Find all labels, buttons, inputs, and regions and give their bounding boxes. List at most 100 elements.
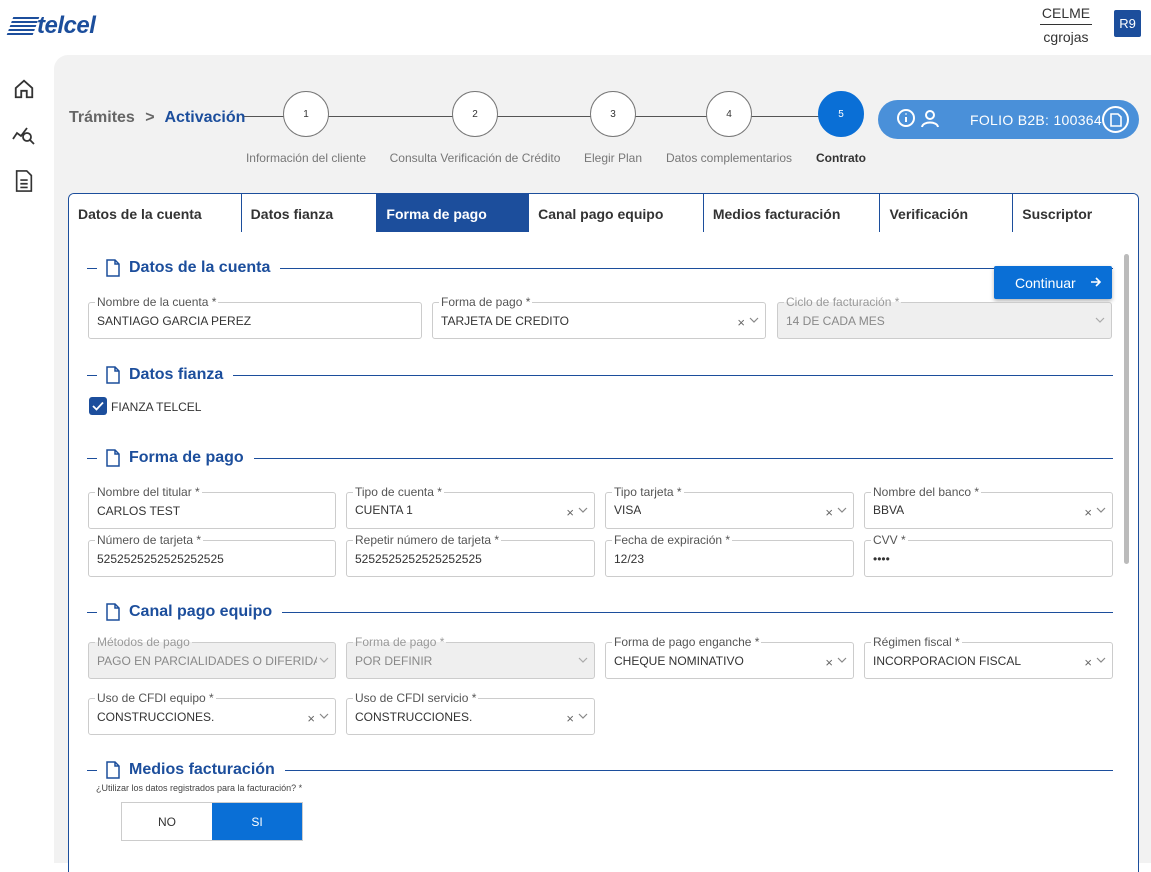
- clear-icon[interactable]: ×: [825, 506, 833, 519]
- chevron-down-icon: [319, 657, 329, 663]
- section-title: Medios facturación: [129, 761, 275, 778]
- card-type-select[interactable]: Tipo tarjeta * VISA ×: [605, 485, 854, 529]
- continue-button[interactable]: Continuar: [994, 266, 1112, 299]
- card-number-field[interactable]: Número de tarjeta * 5252525252525252525: [88, 533, 336, 577]
- down-payment-form-select[interactable]: Forma de pago enganche * CHEQUE NOMINATI…: [605, 635, 854, 679]
- step-3[interactable]: 3: [590, 91, 636, 137]
- account-name-field[interactable]: Nombre de la cuenta * SANTIAGO GARCIA PE…: [88, 295, 422, 339]
- folio-text: FOLIO B2B: 100364: [970, 111, 1102, 128]
- billing-toggle: NO SI: [121, 802, 303, 841]
- tab-verificacion[interactable]: Verificación: [880, 194, 1014, 233]
- chevron-down-icon[interactable]: [578, 505, 588, 515]
- section-title: Canal pago equipo: [129, 603, 273, 620]
- equipment-payment-form-select: Forma de pago * POR DEFINIR: [346, 635, 595, 679]
- chevron-down-icon[interactable]: [837, 655, 847, 665]
- payment-method-select[interactable]: Forma de pago * TARJETA DE CREDITO ×: [432, 295, 766, 339]
- breadcrumb-parent[interactable]: Trámites: [69, 109, 135, 126]
- option-no-button[interactable]: NO: [122, 803, 212, 840]
- folio-badge[interactable]: FOLIO B2B: 100364: [878, 100, 1139, 139]
- cfdi-equipment-select[interactable]: Uso de CFDI equipo * CONSTRUCCIONES. ×: [88, 691, 336, 735]
- analytics-search-icon[interactable]: [12, 123, 36, 147]
- file-icon: [106, 603, 120, 621]
- file-icon: [106, 761, 120, 779]
- clear-icon[interactable]: ×: [737, 316, 745, 329]
- clear-icon[interactable]: ×: [1084, 656, 1092, 669]
- section-datos-fianza: Datos fianza: [87, 364, 1113, 386]
- fianza-checkbox[interactable]: [89, 397, 107, 415]
- chevron-down-icon[interactable]: [319, 711, 329, 721]
- section-canal-pago-equipo: Canal pago equipo: [87, 601, 1113, 623]
- tab-medios-facturacion[interactable]: Medios facturación: [703, 194, 881, 233]
- section-datos-cuenta: Datos de la cuenta: [87, 257, 1113, 279]
- fianza-checkbox-label: FIANZA TELCEL: [111, 400, 202, 414]
- side-nav: [0, 55, 54, 863]
- holder-name-field[interactable]: Nombre del titular * CARLOS TEST: [88, 485, 336, 529]
- tab-datos-fianza[interactable]: Datos fianza: [241, 194, 378, 233]
- step-2[interactable]: 2: [452, 91, 498, 137]
- section-title: Datos de la cuenta: [129, 259, 271, 276]
- user-name: cgrojas: [1043, 29, 1089, 45]
- billing-question: ¿Utilizar los datos registrados para la …: [96, 783, 303, 793]
- form-panel: Datos de la cuenta Continuar Nombre de l…: [68, 232, 1139, 872]
- step-1[interactable]: 1: [283, 91, 329, 137]
- home-icon[interactable]: [12, 77, 36, 101]
- top-bar: telcel CELME cgrojas R9: [0, 0, 1151, 55]
- stepper-line: [244, 116, 844, 117]
- step-label-2: Consulta Verificación de Crédito: [389, 151, 561, 165]
- expiration-date-field[interactable]: Fecha de expiración * 12/23: [605, 533, 854, 577]
- cvv-field[interactable]: CVV * ••••: [864, 533, 1113, 577]
- section-forma-pago: Forma de pago: [87, 447, 1113, 469]
- user-icon: [920, 108, 940, 131]
- section-medios-facturacion: Medios facturación: [87, 759, 1113, 781]
- payment-methods-select: Métodos de pago PAGO EN PARCIALIDADES O …: [88, 635, 336, 679]
- file-icon: [106, 259, 120, 277]
- tab-suscriptor[interactable]: Suscriptor: [1013, 194, 1138, 233]
- step-label-4: Datos complementarios: [665, 151, 793, 165]
- step-4[interactable]: 4: [706, 91, 752, 137]
- chevron-down-icon[interactable]: [1096, 505, 1106, 515]
- chevron-down-icon: [578, 657, 588, 663]
- main-area: Trámites > Activación 1 2 3 4 5 Informac…: [54, 55, 1151, 872]
- option-si-button[interactable]: SI: [212, 803, 302, 840]
- chevron-down-icon[interactable]: [749, 315, 759, 325]
- bank-name-select[interactable]: Nombre del banco * BBVA ×: [864, 485, 1113, 529]
- account-type-select[interactable]: Tipo de cuenta * CUENTA 1 ×: [346, 485, 595, 529]
- arrow-right-icon: [1091, 277, 1102, 287]
- tab-datos-cuenta[interactable]: Datos de la cuenta: [69, 194, 242, 233]
- document-icon[interactable]: [12, 169, 36, 193]
- clear-icon[interactable]: ×: [566, 506, 574, 519]
- scrollbar[interactable]: [1124, 254, 1129, 564]
- chevron-down-icon[interactable]: [578, 711, 588, 721]
- telcel-logo[interactable]: telcel: [6, 12, 96, 40]
- user-info[interactable]: CELME cgrojas: [1040, 5, 1092, 45]
- step-label-5: Contrato: [816, 151, 866, 165]
- breadcrumb-current: Activación: [164, 109, 246, 126]
- section-title: Forma de pago: [129, 449, 244, 466]
- cfdi-service-select[interactable]: Uso de CFDI servicio * CONSTRUCCIONES. ×: [346, 691, 595, 735]
- step-label-1: Información del cliente: [245, 151, 367, 165]
- clear-icon[interactable]: ×: [307, 712, 315, 725]
- chevron-down-icon[interactable]: [837, 505, 847, 515]
- tax-regime-select[interactable]: Régimen fiscal * INCORPORACION FISCAL ×: [864, 635, 1113, 679]
- info-icon: [896, 108, 916, 131]
- clear-icon[interactable]: ×: [1084, 506, 1092, 519]
- chevron-down-icon[interactable]: [1096, 655, 1106, 665]
- chevron-down-icon: [1095, 317, 1105, 323]
- step-5[interactable]: 5: [818, 91, 864, 137]
- clear-icon[interactable]: ×: [825, 656, 833, 669]
- avatar[interactable]: R9: [1114, 10, 1141, 37]
- step-label-3: Elegir Plan: [583, 151, 643, 165]
- file-icon: [106, 366, 120, 384]
- tab-forma-pago[interactable]: Forma de pago: [377, 194, 530, 233]
- section-title: Datos fianza: [129, 366, 224, 383]
- repeat-card-number-field[interactable]: Repetir número de tarjeta * 525252525252…: [346, 533, 595, 577]
- billing-cycle-select: Ciclo de facturación * 14 DE CADA MES: [777, 295, 1112, 339]
- breadcrumb: Trámites > Activación: [69, 109, 246, 126]
- file-icon[interactable]: [1102, 106, 1129, 133]
- form-tabs: Datos de la cuenta Datos fianza Forma de…: [68, 193, 1139, 233]
- file-icon: [106, 449, 120, 467]
- tab-canal-pago-equipo[interactable]: Canal pago equipo: [529, 194, 704, 233]
- user-org: CELME: [1040, 5, 1092, 25]
- clear-icon[interactable]: ×: [566, 712, 574, 725]
- check-icon: [92, 401, 104, 411]
